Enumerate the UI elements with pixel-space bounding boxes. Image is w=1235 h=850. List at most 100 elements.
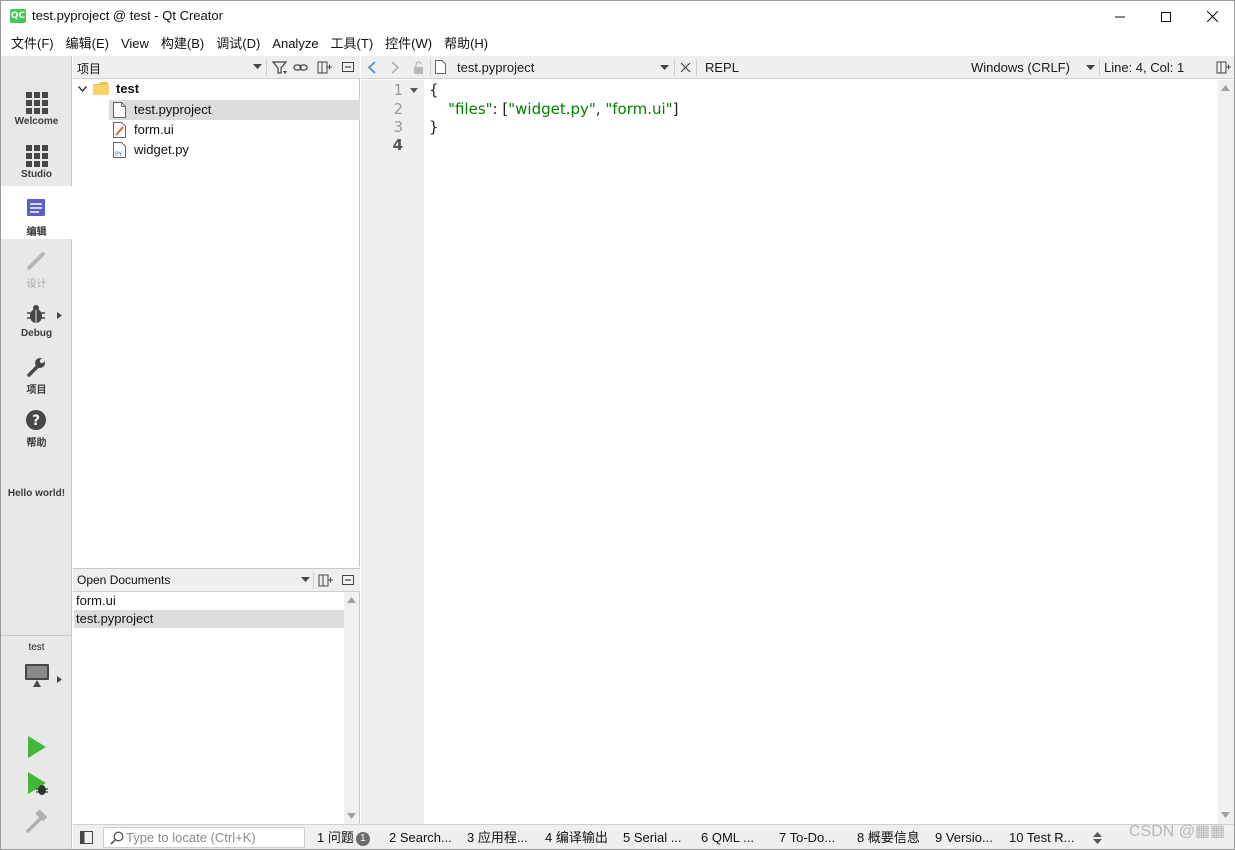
repl-button[interactable]: REPL [705,60,739,75]
close-pane-icon[interactable] [341,573,356,588]
help-icon: ? [26,410,46,430]
open-document-pyproject[interactable]: test.pyproject [74,610,344,628]
code-line-3: } [429,118,439,137]
output-tab-serial[interactable]: 5 Serial ... [623,825,682,850]
output-tab-test-results[interactable]: 10 Test R... [1009,825,1075,850]
split-icon[interactable] [317,60,332,75]
mode-welcome-label: Welcome [14,116,59,127]
filter-icon[interactable] [272,60,287,75]
menu-view[interactable]: View [115,32,155,55]
chevron-down-icon[interactable] [660,65,669,70]
file-icon [435,60,446,74]
open-document-form-ui[interactable]: form.ui [74,592,344,610]
mode-studio-label: Studio [20,169,53,180]
run-button[interactable] [21,732,51,762]
more-tabs-icon[interactable] [1093,832,1102,844]
back-icon[interactable] [368,61,376,74]
document-selector[interactable]: test.pyproject [457,60,534,75]
mode-projects-label: 项目 [26,385,47,396]
output-tab-compile[interactable]: 4 编译输出 [545,825,608,850]
fold-marker-icon[interactable] [410,88,418,93]
output-tab-qml[interactable]: 6 QML ... [701,825,754,850]
code-editor[interactable]: { "files": ["widget.py", "form.ui"] } [425,80,1218,824]
cursor-position[interactable]: Line: 4, Col: 1 [1104,60,1184,75]
menu-analyze[interactable]: Analyze [266,32,324,55]
build-button[interactable] [21,806,51,836]
locator-input[interactable] [126,829,302,846]
debug-run-button[interactable] [21,768,51,800]
scroll-up-icon[interactable] [1221,85,1230,91]
close-document-icon[interactable] [680,62,691,73]
project-view-selector[interactable]: 项目 [77,60,101,77]
mode-welcome[interactable]: Welcome [1,83,72,136]
open-documents-scrollbar[interactable] [344,592,359,824]
lock-icon[interactable] [413,61,424,74]
tree-file-form-ui[interactable]: form.ui [109,120,360,140]
editor-toolbar: test.pyproject REPL Windows (CRLF) Line:… [361,56,1234,79]
output-tab-app-output[interactable]: 3 应用程... [467,825,528,850]
menu-edit[interactable]: 编辑(E) [60,32,115,55]
maximize-icon [1161,11,1171,22]
menu-build[interactable]: 构建(B) [155,32,210,55]
tree-file-pyproject[interactable]: test.pyproject [109,100,360,120]
close-icon [1206,11,1218,22]
close-pane-icon[interactable] [341,60,356,75]
editor-scrollbar[interactable] [1218,80,1234,824]
menu-file[interactable]: 文件(F) [5,32,60,55]
scroll-down-icon[interactable] [347,813,356,819]
split-icon[interactable] [318,573,333,588]
output-tab-label: 1 问题 [317,830,354,845]
locator[interactable] [103,827,305,848]
mode-edit-label: 编辑 [26,227,47,238]
open-documents-title[interactable]: Open Documents [77,573,170,587]
mode-design-label: 设计 [26,279,47,290]
scroll-up-icon[interactable] [347,597,356,603]
qt-logo-icon: QC [10,9,26,23]
forward-icon[interactable] [391,61,399,74]
kit-selector-button[interactable] [1,659,72,691]
monitor-icon [25,664,49,687]
scroll-down-icon[interactable] [1221,812,1230,818]
menu-widgets[interactable]: 控件(W) [379,32,438,55]
output-tab-todo[interactable]: 7 To-Do... [779,825,835,850]
caret-right-icon [57,312,62,319]
folder-icon [93,82,109,95]
toggle-sidebar-icon[interactable] [80,831,93,844]
status-bar: 1 问题1 2 Search... 3 应用程... 4 编译输出 5 Seri… [73,824,1234,849]
maximize-button[interactable] [1143,1,1189,32]
output-tab-summary[interactable]: 8 概要信息 [857,825,920,850]
project-pane-toolbar: 项目 [73,56,360,79]
menu-tools[interactable]: 工具(T) [325,32,380,55]
tree-file-widget-py[interactable]: PY widget.py [109,140,360,160]
tree-file-label: form.ui [134,122,174,137]
mode-edit[interactable]: 编辑 [1,186,72,239]
mode-debug[interactable]: Debug [1,295,72,348]
qt-creator-window: QC test.pyproject @ test - Qt Creator 文件… [0,0,1235,850]
link-icon[interactable] [293,60,308,75]
grid-icon [26,145,48,167]
line-number: 1 [393,81,403,99]
mode-help[interactable]: ? 帮助 [1,401,72,454]
mode-projects[interactable]: 项目 [1,348,72,401]
issues-count-badge: 1 [355,832,370,846]
menu-help[interactable]: 帮助(H) [438,32,494,55]
mode-studio[interactable]: Studio [1,136,72,189]
split-icon[interactable] [1216,60,1231,75]
current-line-number: 4 [392,136,403,154]
output-tab-search[interactable]: 2 Search... [389,825,452,850]
close-button[interactable] [1189,1,1235,32]
minimize-button[interactable] [1097,1,1143,32]
file-icon [113,102,126,118]
mode-design[interactable]: 设计 [1,242,72,295]
chevron-down-icon[interactable] [1086,65,1095,70]
debug-run-icon [28,772,48,795]
menu-debug[interactable]: 调试(D) [210,32,266,55]
code-token-string: "form.ui" [605,100,673,118]
line-ending-selector[interactable]: Windows (CRLF) [971,60,1070,75]
output-tab-version[interactable]: 9 Versio... [935,825,993,850]
output-tab-issues[interactable]: 1 问题 1 [317,825,370,850]
code-token: ] [672,100,679,118]
minimize-icon [1115,16,1125,17]
tree-root-test[interactable]: test [73,79,360,99]
mode-debug-label: Debug [20,328,53,339]
